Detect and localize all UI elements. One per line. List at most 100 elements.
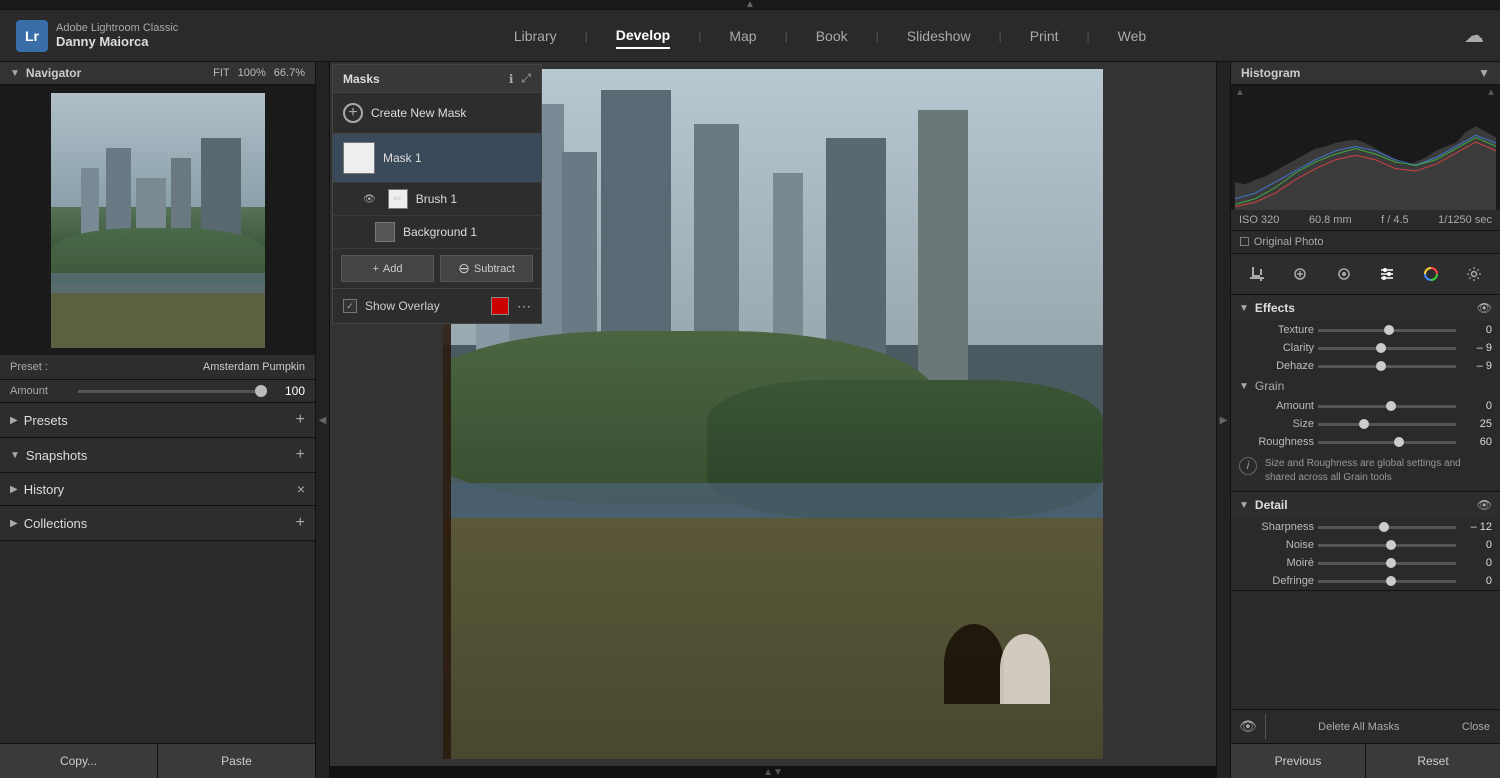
create-mask-plus-icon: + <box>343 103 363 123</box>
add-mask-button[interactable]: + Add <box>341 255 434 282</box>
overlay-options-icon[interactable]: ⋯ <box>517 298 531 315</box>
zoom-fit[interactable]: FIT <box>213 67 230 79</box>
mask-tool-icon[interactable] <box>1330 260 1358 288</box>
masks-info-icon[interactable]: ℹ <box>509 72 514 86</box>
grain-title: Grain <box>1255 379 1284 393</box>
texture-row: Texture 0 <box>1231 321 1500 339</box>
paste-button[interactable]: Paste <box>158 744 315 778</box>
color-tool-icon[interactable] <box>1417 260 1445 288</box>
moire-slider[interactable] <box>1318 562 1456 565</box>
masks-panel: Masks ℹ ⤢ + Create New Mask Mask 1 <box>332 64 542 324</box>
close-masks-button[interactable]: Close <box>1452 714 1500 739</box>
sharpness-value: – 12 <box>1460 521 1492 533</box>
texture-thumb <box>1384 325 1394 335</box>
delete-all-masks-button[interactable]: Delete All Masks <box>1266 714 1452 739</box>
presets-section-header[interactable]: ▶ Presets + <box>0 403 315 438</box>
main-photo <box>443 69 1103 759</box>
grain-roughness-slider[interactable] <box>1318 441 1456 444</box>
effects-visibility-icon[interactable]: 👁 <box>1477 301 1492 315</box>
background-1-item[interactable]: Background 1 <box>333 216 541 249</box>
history-clear-btn[interactable]: × <box>297 481 305 497</box>
settings-tool-icon[interactable] <box>1460 260 1488 288</box>
original-photo-row: ☐ Original Photo <box>1231 231 1500 254</box>
show-overlay-row: ✓ Show Overlay ⋯ <box>333 289 541 323</box>
grain-info-text: Size and Roughness are global settings a… <box>1265 457 1492 485</box>
sharpness-slider[interactable] <box>1318 526 1456 529</box>
overlay-color-swatch[interactable] <box>491 297 509 315</box>
add-label: Add <box>383 263 403 275</box>
subtract-mask-button[interactable]: ⊖ Subtract <box>440 255 533 282</box>
zoom-100[interactable]: 100% <box>238 67 266 79</box>
highlight-clipping-icon[interactable]: ▲ <box>1486 87 1496 98</box>
history-section-header[interactable]: ▶ History × <box>0 473 315 506</box>
right-panel-collapse[interactable]: ▶ <box>1216 62 1230 778</box>
grain-collapse-icon[interactable]: ▼ <box>1239 381 1249 392</box>
masks-expand-icon[interactable]: ⤢ <box>521 71 531 86</box>
zoom-66[interactable]: 66.7% <box>274 67 305 79</box>
sharpness-row: Sharpness – 12 <box>1231 518 1500 536</box>
show-overlay-checkbox[interactable]: ✓ <box>343 299 357 313</box>
original-photo-checkbox[interactable]: ☐ <box>1239 235 1250 249</box>
detail-section-header[interactable]: ▼ Detail 👁 <box>1231 492 1500 518</box>
tool-icons-row <box>1231 254 1500 295</box>
dehaze-thumb <box>1376 361 1386 371</box>
photo-container[interactable]: DSCF2991.RAF 22/10/2023 15:27:10 4160 x … <box>330 62 1216 766</box>
defringe-slider[interactable] <box>1318 580 1456 583</box>
grain-amount-slider[interactable] <box>1318 405 1456 408</box>
nav-item-slideshow[interactable]: Slideshow <box>907 24 971 48</box>
effects-section: ▼ Effects 👁 Texture 0 Clarity – 9 <box>1231 295 1500 492</box>
crop-tool-icon[interactable] <box>1243 260 1271 288</box>
collections-add-btn[interactable]: + <box>296 514 305 532</box>
grain-roughness-value: 60 <box>1460 436 1492 448</box>
effects-section-header[interactable]: ▼ Effects 👁 <box>1231 295 1500 321</box>
create-new-mask-button[interactable]: + Create New Mask <box>333 93 541 134</box>
clarity-slider[interactable] <box>1318 347 1456 350</box>
reset-button[interactable]: Reset <box>1366 744 1500 778</box>
filmstrip-expand-icon[interactable]: ▲▼ <box>763 767 783 778</box>
grain-info-box: i Size and Roughness are global settings… <box>1231 451 1500 491</box>
collections-section-header[interactable]: ▶ Collections + <box>0 506 315 541</box>
nav-item-library[interactable]: Library <box>514 24 557 48</box>
snapshots-add-btn[interactable]: + <box>296 446 305 464</box>
nav-item-map[interactable]: Map <box>729 24 756 48</box>
nav-item-web[interactable]: Web <box>1118 24 1147 48</box>
amount-row: Amount 100 <box>0 380 315 403</box>
grain-size-slider[interactable] <box>1318 423 1456 426</box>
navigator-collapse-icon[interactable]: ▼ <box>10 68 20 79</box>
main-nav: Library|Develop|Map|Book|Slideshow|Print… <box>236 23 1424 49</box>
clarity-thumb <box>1376 343 1386 353</box>
detail-visibility-icon[interactable]: 👁 <box>1477 498 1492 512</box>
amount-thumb <box>255 385 267 397</box>
masks-panel-header: Masks ℹ ⤢ <box>333 65 541 93</box>
app-logo: Lr <box>16 20 48 52</box>
eye-section: 👁 <box>1231 714 1266 739</box>
original-photo-label: Original Photo <box>1254 236 1324 248</box>
amount-slider[interactable] <box>78 390 267 393</box>
noise-slider[interactable] <box>1318 544 1456 547</box>
nav-item-book[interactable]: Book <box>816 24 848 48</box>
nav-item-print[interactable]: Print <box>1030 24 1059 48</box>
background-1-thumbnail <box>375 222 395 242</box>
defringe-label: Defringe <box>1239 575 1314 587</box>
mask-1-item[interactable]: Mask 1 <box>333 134 541 183</box>
snapshots-section-header[interactable]: ▼ Snapshots + <box>0 438 315 473</box>
top-collapse-arrow[interactable]: ▲ <box>0 0 1500 10</box>
histogram-expand-icon[interactable]: ▼ <box>1478 66 1490 80</box>
brush-visibility-icon[interactable]: 👁 <box>363 194 376 205</box>
shadow-clipping-icon[interactable]: ▲ <box>1235 87 1245 98</box>
heal-tool-icon[interactable] <box>1286 260 1314 288</box>
dehaze-slider[interactable] <box>1318 365 1456 368</box>
brush-1-item[interactable]: 👁 ✏ Brush 1 <box>333 183 541 216</box>
grain-size-value: 25 <box>1460 418 1492 430</box>
brush-1-thumbnail: ✏ <box>388 189 408 209</box>
left-panel-collapse[interactable]: ◀ <box>316 62 330 778</box>
cloud-icon[interactable]: ☁ <box>1464 23 1484 48</box>
nav-item-develop[interactable]: Develop <box>616 23 670 49</box>
texture-slider[interactable] <box>1318 329 1456 332</box>
previous-button[interactable]: Previous <box>1231 744 1366 778</box>
eye-button[interactable]: 👁 <box>1239 718 1257 735</box>
adjust-tool-icon[interactable] <box>1373 260 1401 288</box>
show-overlay-label[interactable]: Show Overlay <box>365 299 440 313</box>
copy-button[interactable]: Copy... <box>0 744 158 778</box>
presets-add-btn[interactable]: + <box>296 411 305 429</box>
